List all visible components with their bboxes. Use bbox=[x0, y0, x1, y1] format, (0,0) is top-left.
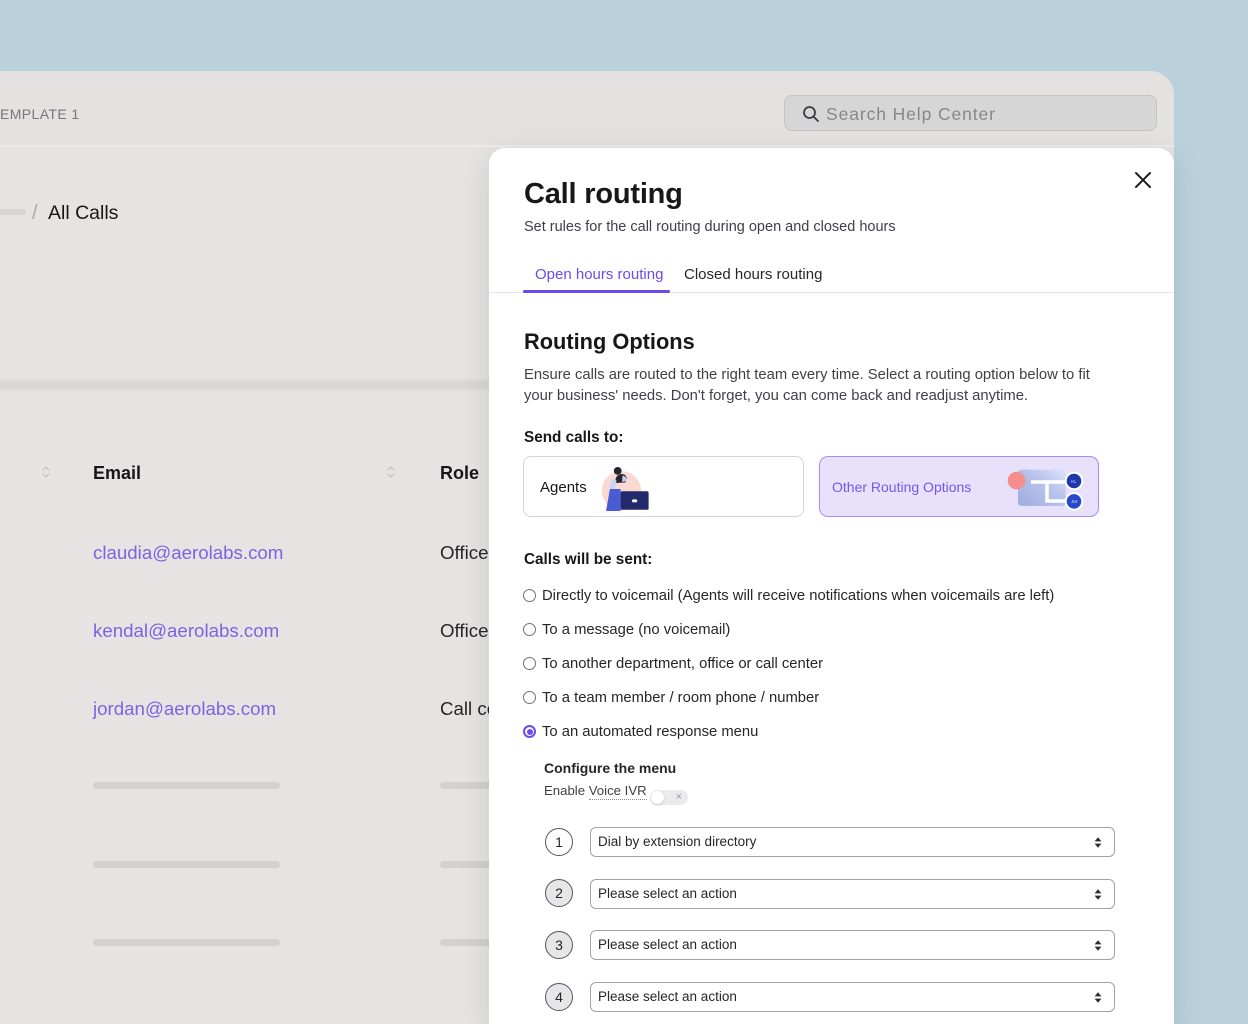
svg-text:KL: KL bbox=[1071, 479, 1077, 484]
svg-text:JM: JM bbox=[1071, 499, 1077, 504]
